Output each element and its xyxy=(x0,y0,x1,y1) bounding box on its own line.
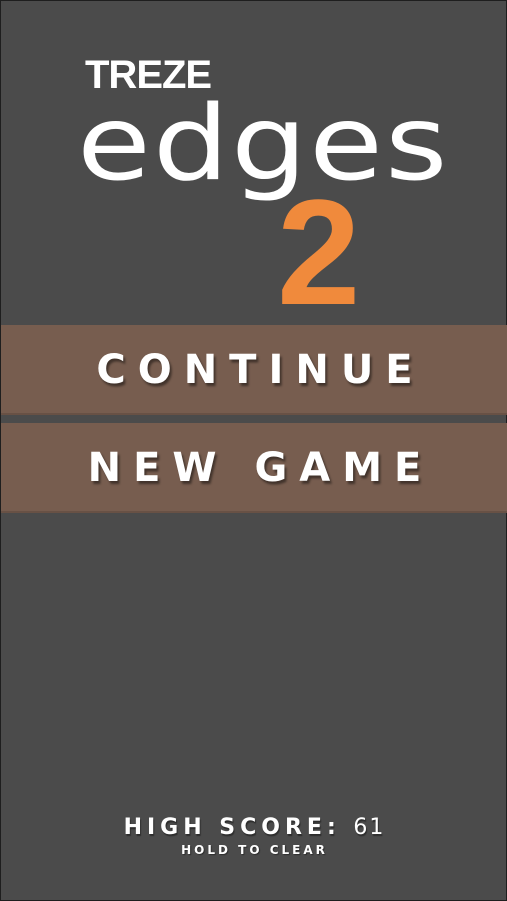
continue-button[interactable]: CONTINUE xyxy=(1,325,507,415)
game-title-number: 2 xyxy=(277,168,361,336)
high-score-value: 61 xyxy=(353,815,386,840)
new-game-button-label: NEW GAME xyxy=(87,445,434,491)
clear-score-hint[interactable]: HOLD TO CLEAR xyxy=(1,843,507,857)
high-score-panel: HIGH SCORE: 61 HOLD TO CLEAR xyxy=(1,813,507,857)
game-logo: TREZE edges 2 xyxy=(1,1,507,327)
game-title: edges xyxy=(77,84,450,204)
continue-button-label: CONTINUE xyxy=(96,347,425,393)
high-score-line: HIGH SCORE: 61 xyxy=(1,813,507,843)
new-game-button[interactable]: NEW GAME xyxy=(1,423,507,513)
game-screen: TREZE edges 2 CONTINUE NEW GAME HIGH SCO… xyxy=(0,0,507,901)
high-score-label: HIGH SCORE: xyxy=(123,815,341,840)
